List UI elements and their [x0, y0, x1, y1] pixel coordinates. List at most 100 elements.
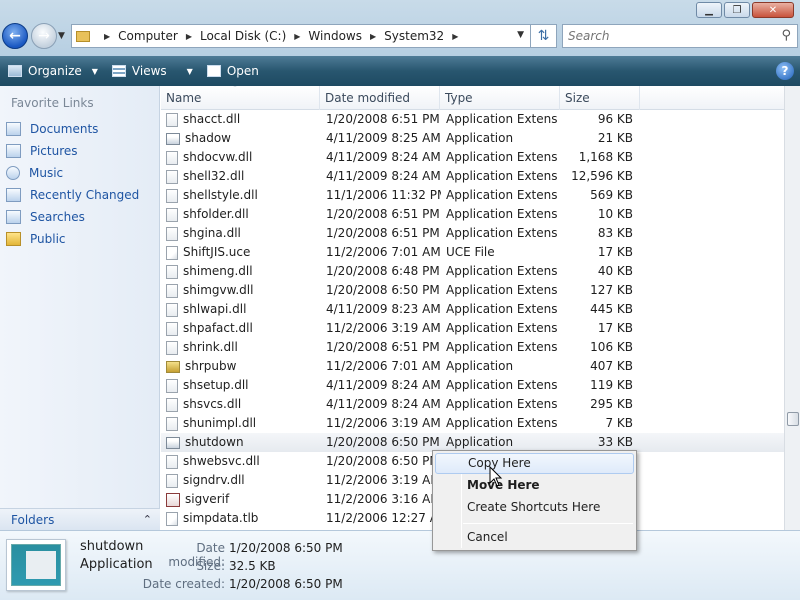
file-name-cell[interactable]: shrink.dll [166, 338, 316, 357]
file-name: shdocvw.dll [183, 150, 253, 164]
breadcrumb-windows[interactable]: Windows [308, 29, 362, 43]
pictures-icon [6, 144, 21, 158]
folders-toggle[interactable]: Folders ⌃ [0, 508, 160, 530]
chevron-right-icon[interactable]: ▶ [294, 32, 300, 41]
menu-item-move-here[interactable]: Move Here [435, 475, 634, 496]
file-row[interactable]: shrink.dll 1/20/2008 6:51 PM Application E… [161, 338, 784, 357]
menu-item-copy-here[interactable]: Copy Here [435, 453, 634, 474]
file-name-cell[interactable]: shimgvw.dll [166, 281, 316, 300]
file-name-cell[interactable]: shlwapi.dll [166, 300, 316, 319]
file-size-cell: 21 KB [597, 131, 633, 145]
file-row[interactable]: shsetup.dll 4/11/2009 8:24 AM Application … [161, 376, 784, 395]
column-header-name[interactable]: Name [161, 86, 320, 110]
forward-button[interactable]: → [31, 23, 57, 49]
file-name-cell[interactable]: signdrv.dll [166, 471, 316, 490]
file-name-cell[interactable]: shunimpl.dll [166, 414, 316, 433]
file-name-cell[interactable]: shfolder.dll [166, 205, 316, 224]
breadcrumb-local-disk[interactable]: Local Disk (C:) [200, 29, 286, 43]
file-date-cell: 11/2/2006 12:27 AM [326, 511, 441, 525]
file-name-cell[interactable]: sigverif [166, 490, 316, 509]
refresh-button[interactable]: ⇅ [531, 24, 557, 48]
file-name-cell[interactable]: shimeng.dll [166, 262, 316, 281]
column-header-type[interactable]: Type [440, 86, 560, 110]
open-button[interactable]: Open [206, 64, 259, 78]
scrollbar-thumb[interactable] [787, 412, 799, 426]
address-dropdown-icon[interactable]: ▼ [517, 30, 524, 40]
search-box[interactable]: ⚲ [562, 24, 798, 48]
sidebar-item-recently-changed[interactable]: Recently Changed [6, 184, 139, 206]
file-row[interactable]: shrpubw 11/2/2006 7:01 AM Application 407 K… [161, 357, 784, 376]
breadcrumb-computer[interactable]: Computer [118, 29, 178, 43]
file-date-cell: 11/2/2006 7:01 AM [326, 359, 441, 373]
refresh-icon: ⇅ [537, 28, 550, 44]
recently-changed-icon [6, 188, 21, 202]
file-row[interactable]: shunimpl.dll 11/2/2006 3:19 AM Application… [161, 414, 784, 433]
sidebar-item-music[interactable]: Music [6, 162, 139, 184]
file-name-cell[interactable]: shwebsvc.dll [166, 452, 316, 471]
file-date-cell: 11/2/2006 7:01 AM [326, 245, 441, 259]
file-row[interactable]: shpafact.dll 11/2/2006 3:19 AM Application… [161, 319, 784, 338]
file-name-cell[interactable]: shrpubw [166, 357, 316, 376]
file-name-cell[interactable]: ShiftJIS.uce [166, 243, 316, 262]
file-row[interactable]: shimgvw.dll 1/20/2008 6:50 PM Application … [161, 281, 784, 300]
organize-button[interactable]: Organize ▼ [8, 64, 98, 78]
back-button[interactable]: ← [2, 23, 28, 49]
chevron-right-icon[interactable]: ▶ [186, 32, 192, 41]
chevron-right-icon[interactable]: ▶ [104, 32, 110, 41]
file-name-cell[interactable]: shsvcs.dll [166, 395, 316, 414]
chevron-right-icon[interactable]: ▶ [452, 32, 458, 41]
file-size-cell: 445 KB [590, 302, 633, 316]
file-name-cell[interactable]: shdocvw.dll [166, 148, 316, 167]
file-name-cell[interactable]: shellstyle.dll [166, 186, 316, 205]
chevron-right-icon[interactable]: ▶ [370, 32, 376, 41]
views-icon [111, 65, 126, 77]
breadcrumb-system32[interactable]: System32 [384, 29, 444, 43]
file-name-cell[interactable]: shgina.dll [166, 224, 316, 243]
dll-file-icon [166, 340, 178, 355]
sidebar-item-searches[interactable]: Searches [6, 206, 139, 228]
file-name-cell[interactable]: shacct.dll [166, 110, 316, 129]
dll-file-icon [166, 416, 178, 431]
file-row[interactable]: ShiftJIS.uce 11/2/2006 7:01 AM UCE File 17 … [161, 243, 784, 262]
file-name-cell[interactable]: shpafact.dll [166, 319, 316, 338]
help-button[interactable]: ? [776, 62, 794, 80]
file-name: shacct.dll [183, 112, 241, 126]
maximize-button[interactable]: ❐ [724, 2, 750, 18]
file-row[interactable]: shgina.dll 1/20/2008 6:51 PM Application E… [161, 224, 784, 243]
file-row[interactable]: shlwapi.dll 4/11/2009 8:23 AM Application … [161, 300, 784, 319]
recent-pages-dropdown-icon[interactable]: ▼ [58, 31, 65, 41]
address-bar[interactable]: ▶ Computer ▶ Local Disk (C:) ▶ Windows ▶… [71, 24, 531, 48]
file-row[interactable]: shdocvw.dll 4/11/2009 8:24 AM Application … [161, 148, 784, 167]
menu-item-create-shortcuts-here[interactable]: Create Shortcuts Here [435, 497, 634, 518]
search-icon[interactable]: ⚲ [781, 28, 791, 43]
dll-file-icon [166, 264, 178, 279]
vertical-scrollbar[interactable] [784, 86, 800, 530]
menu-item-cancel[interactable]: Cancel [435, 527, 634, 548]
column-header-date-modified[interactable]: Date modified [320, 86, 440, 110]
folder-icon [76, 30, 90, 42]
file-row[interactable]: shsvcs.dll 4/11/2009 8:24 AM Application E… [161, 395, 784, 414]
organize-icon [8, 65, 22, 77]
column-header-size[interactable]: Size [560, 86, 640, 110]
sidebar-item-documents[interactable]: Documents [6, 118, 139, 140]
file-name-cell[interactable]: shutdown [166, 433, 316, 452]
application-icon [166, 360, 180, 373]
minimize-button[interactable]: ▁ [696, 2, 722, 18]
search-input[interactable] [568, 29, 768, 43]
file-row[interactable]: shimeng.dll 1/20/2008 6:48 PM Application … [161, 262, 784, 281]
views-button[interactable]: Views ▼ [111, 64, 193, 78]
favorite-links-list: Documents Pictures Music Recently Change… [6, 118, 139, 250]
file-row[interactable]: shfolder.dll 1/20/2008 6:51 PM Application… [161, 205, 784, 224]
file-type-cell: Application Extens... [446, 264, 558, 278]
close-button[interactable]: ✕ [752, 2, 794, 18]
file-name-cell[interactable]: shell32.dll [166, 167, 316, 186]
file-row[interactable]: shadow 4/11/2009 8:25 AM Application 21 KB [161, 129, 784, 148]
sidebar-item-public[interactable]: Public [6, 228, 139, 250]
file-name-cell[interactable]: simpdata.tlb [166, 509, 316, 528]
file-row[interactable]: shell32.dll 4/11/2009 8:24 AM Application … [161, 167, 784, 186]
file-row[interactable]: shellstyle.dll 11/1/2006 11:32 PM Applicat… [161, 186, 784, 205]
file-name-cell[interactable]: shsetup.dll [166, 376, 316, 395]
sidebar-item-pictures[interactable]: Pictures [6, 140, 139, 162]
file-name-cell[interactable]: shadow [166, 129, 316, 148]
file-row[interactable]: shacct.dll 1/20/2008 6:51 PM Application E… [161, 110, 784, 129]
